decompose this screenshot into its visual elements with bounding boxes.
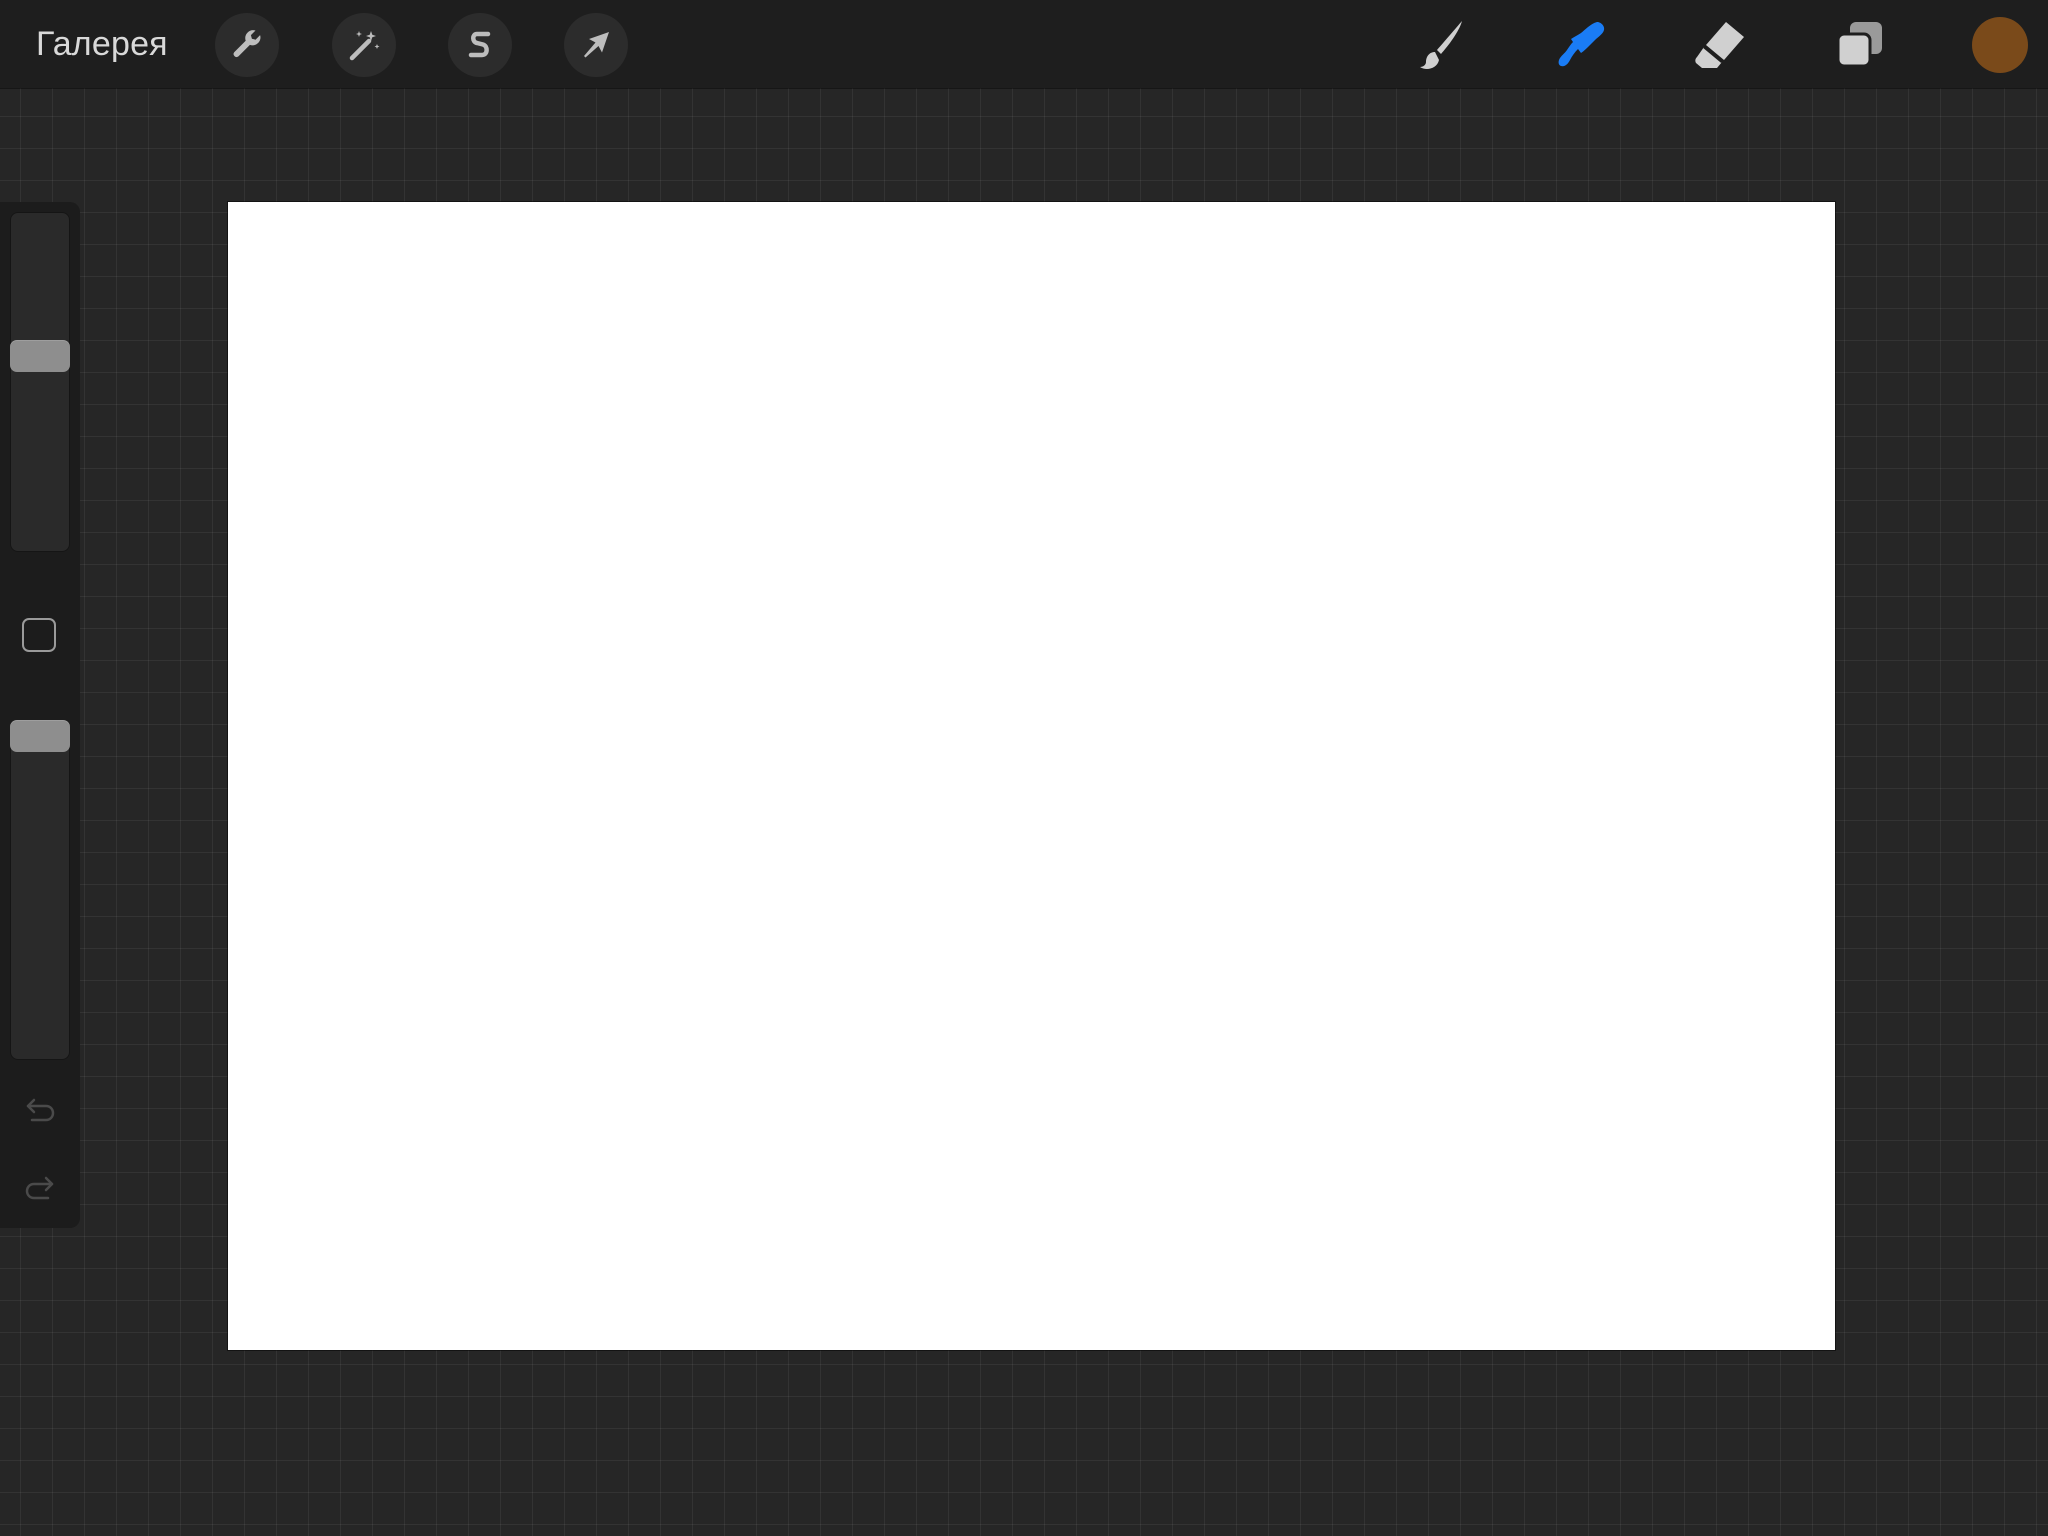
undo-button[interactable] [18,1090,62,1130]
eraser-icon [1695,22,1744,68]
gallery-button[interactable]: Галерея [36,22,168,66]
smudge-tool-button[interactable] [1548,14,1612,78]
wrench-icon [233,30,261,57]
brush-size-slider[interactable] [10,212,70,552]
magic-wand-icon [349,31,380,61]
drawing-canvas[interactable] [228,202,1835,1350]
transform-button[interactable] [564,13,628,77]
selection-s-icon [468,31,491,58]
actions-button[interactable] [215,13,279,77]
top-toolbar: Галерея [0,0,2048,88]
undo-arrow-icon [26,1098,55,1122]
selection-button[interactable] [448,13,512,77]
eraser-tool-button[interactable] [1688,14,1752,78]
redo-button[interactable] [18,1168,62,1208]
redo-arrow-icon [25,1176,54,1200]
brush-size-slider-thumb[interactable] [10,340,70,372]
layers-icon [1836,22,1882,68]
arrow-cursor-icon [584,32,609,58]
layers-button[interactable] [1828,14,1892,78]
opacity-slider-thumb[interactable] [10,720,70,752]
opacity-slider[interactable] [10,720,70,1060]
modify-button[interactable] [22,618,56,652]
adjustments-button[interactable] [332,13,396,77]
left-sidebar [0,202,80,1228]
smudge-icon [1558,22,1605,67]
brush-icon [1420,21,1462,69]
color-swatch-button[interactable] [1972,17,2028,73]
brush-tool-button[interactable] [1408,14,1472,78]
